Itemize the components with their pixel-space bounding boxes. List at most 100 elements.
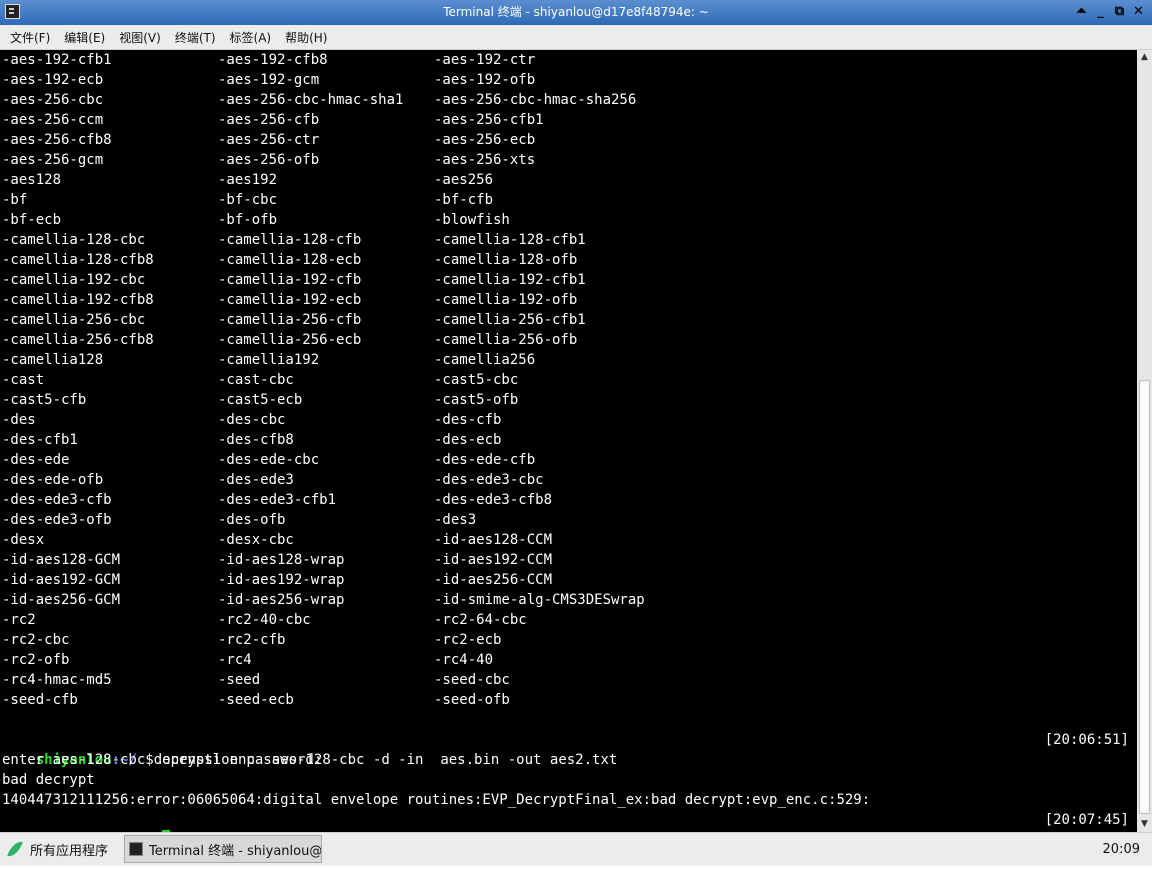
- cipher-name: -aes-256-cfb8: [2, 132, 112, 148]
- cipher-name: -id-aes128-GCM: [2, 552, 121, 568]
- cipher-name: -aes-256-ctr: [218, 132, 320, 148]
- vertical-scrollbar[interactable]: ▲ ▼: [1137, 50, 1152, 832]
- cipher-name: -rc4-hmac-md5: [2, 672, 112, 688]
- cipher-name: -camellia-128-ofb: [434, 252, 578, 268]
- cipher-name: -id-aes192-wrap: [218, 572, 345, 588]
- cipher-name: -aes-256-xts: [434, 152, 536, 168]
- cipher-name: -seed-ofb: [434, 692, 510, 708]
- cipher-name: -id-aes256-GCM: [2, 592, 121, 608]
- menu-edit[interactable]: 编辑(E): [54, 29, 105, 46]
- cipher-name: -des-cfb: [434, 412, 502, 428]
- scroll-down-arrow-icon[interactable]: ▼: [1137, 817, 1152, 832]
- menubar: 文件(F) 编辑(E) 视图(V) 终端(T) 标签(A) 帮助(H): [0, 25, 1152, 50]
- cipher-name: -aes-256-ecb: [434, 132, 536, 148]
- scroll-up-arrow-icon[interactable]: ▲: [1137, 50, 1152, 65]
- cipher-name: -aes-192-ofb: [434, 72, 536, 88]
- cipher-name: -camellia-256-ecb: [218, 332, 362, 348]
- cipher-name: -id-aes128-wrap: [218, 552, 345, 568]
- cipher-name: -aes-192-cfb8: [218, 52, 328, 68]
- current-prompt-line: shiyanlou:~/ $: [2, 810, 171, 832]
- terminal-output[interactable]: -aes-192-cfb1 -aes-192-cfb8 -aes-192-ctr -a…: [0, 50, 1137, 832]
- cipher-name: -cast-cbc: [218, 372, 294, 388]
- cipher-name: -camellia-256-cbc: [2, 312, 146, 328]
- cipher-name: -aes-192-cfb1: [2, 52, 112, 68]
- scrollbar-thumb[interactable]: [1139, 380, 1150, 814]
- cipher-name: -camellia-128-cfb1: [434, 232, 586, 248]
- cipher-name: -id-aes192-GCM: [2, 572, 121, 588]
- cipher-name: -aes192: [218, 172, 278, 188]
- shade-window-button[interactable]: ⏶: [1074, 3, 1089, 21]
- taskbar-clock[interactable]: 20:09: [1103, 842, 1140, 857]
- cipher-name: -camellia-256-cfb8: [2, 332, 154, 348]
- cipher-name: -des-cfb1: [2, 432, 78, 448]
- cipher-name: -aes-256-cbc-hmac-sha1: [218, 92, 404, 108]
- menu-file[interactable]: 文件(F): [0, 29, 50, 46]
- cipher-name: -desx: [2, 532, 45, 548]
- close-window-button[interactable]: ✕: [1131, 3, 1146, 21]
- cipher-name: -camellia-192-ecb: [218, 292, 362, 308]
- maximize-window-button[interactable]: ⧉: [1112, 3, 1127, 21]
- cipher-name: -des3: [434, 512, 477, 528]
- cipher-name: -des-cbc: [218, 412, 286, 428]
- cipher-name: -desx-cbc: [218, 532, 294, 548]
- output-line: bad decrypt: [2, 772, 95, 788]
- cipher-name: -aes-192-ecb: [2, 72, 104, 88]
- cipher-name: -des-ofb: [218, 512, 286, 528]
- cipher-name: -seed-cfb: [2, 692, 78, 708]
- window-controls: ⏶ _ ⧉ ✕: [1074, 3, 1146, 21]
- cipher-name: -seed-cbc: [434, 672, 510, 688]
- current-timestamp: [20:07:45]: [1044, 812, 1129, 828]
- cipher-name: -cast5-cbc: [434, 372, 519, 388]
- menu-terminal[interactable]: 终端(T): [165, 29, 216, 46]
- cipher-name: -bf-cbc: [218, 192, 278, 208]
- output-line: 140447312111256:error:06065064:digital e…: [2, 792, 871, 808]
- cipher-name: -aes-256-cbc: [2, 92, 104, 108]
- cipher-name: -id-aes256-wrap: [218, 592, 345, 608]
- cipher-name: -bf-ecb: [2, 212, 62, 228]
- menu-help[interactable]: 帮助(H): [275, 29, 327, 46]
- cipher-name: -des-ede3-cfb: [2, 492, 112, 508]
- cipher-name: -id-aes128-CCM: [434, 532, 553, 548]
- cipher-name: -rc2-cfb: [218, 632, 286, 648]
- cipher-name: -aes-192-gcm: [218, 72, 320, 88]
- cipher-name: -rc4: [218, 652, 252, 668]
- cipher-name: -cast5-ofb: [434, 392, 519, 408]
- cipher-name: -rc4-40: [434, 652, 494, 668]
- cipher-name: -aes-256-cfb: [218, 112, 320, 128]
- cipher-name: -camellia-256-cfb1: [434, 312, 586, 328]
- cipher-name: -blowfish: [434, 212, 510, 228]
- cipher-name: -bf: [2, 192, 28, 208]
- cipher-name: -bf-ofb: [218, 212, 278, 228]
- window-titlebar[interactable]: Terminal 终端 - shiyanlou@d17e8f48794e: ~ …: [0, 0, 1152, 25]
- taskbar-terminal-label: Terminal 终端 - shiyanlou@…: [149, 843, 322, 859]
- cipher-name: -des-ede3: [218, 472, 294, 488]
- cipher-name: -aes256: [434, 172, 494, 188]
- applications-menu-button[interactable]: 所有应用程序: [8, 839, 108, 859]
- cipher-name: -rc2-ofb: [2, 652, 70, 668]
- cipher-name: -rc2-64-cbc: [434, 612, 527, 628]
- command-line: shiyanlou:~/ $ openssl enc -aes-128-cbc …: [2, 730, 618, 768]
- command-timestamp: [20:06:51]: [1044, 732, 1129, 748]
- cipher-name: -camellia-128-ecb: [218, 252, 362, 268]
- cipher-name: -des-ede-ofb: [2, 472, 104, 488]
- cipher-name: -id-aes256-CCM: [434, 572, 553, 588]
- cipher-name: -des-ede3-ofb: [2, 512, 112, 528]
- taskbar: 所有应用程序 Terminal 终端 - shiyanlou@… 20:09: [0, 832, 1152, 867]
- cipher-name: -camellia256: [434, 352, 536, 368]
- cipher-name: -rc2: [2, 612, 36, 628]
- minimize-window-button[interactable]: _: [1093, 3, 1108, 21]
- cipher-name: -camellia-256-ofb: [434, 332, 578, 348]
- cipher-name: -aes-256-cfb1: [434, 112, 544, 128]
- cipher-name: -des: [2, 412, 36, 428]
- menu-view[interactable]: 视图(V): [109, 29, 161, 46]
- cipher-name: -aes-192-ctr: [434, 52, 536, 68]
- cipher-name: -aes-256-ccm: [2, 112, 104, 128]
- output-line: enter aes-128-cbc decryption password:: [2, 752, 323, 768]
- cipher-name: -camellia-128-cfb: [218, 232, 362, 248]
- menu-tabs[interactable]: 标签(A): [220, 29, 272, 46]
- cipher-name: -des-ede-cbc: [218, 452, 320, 468]
- taskbar-terminal-button[interactable]: Terminal 终端 - shiyanlou@…: [124, 835, 322, 863]
- cipher-name: -des-ede: [2, 452, 70, 468]
- cipher-name: -seed: [218, 672, 261, 688]
- cipher-name: -camellia-192-cfb: [218, 272, 362, 288]
